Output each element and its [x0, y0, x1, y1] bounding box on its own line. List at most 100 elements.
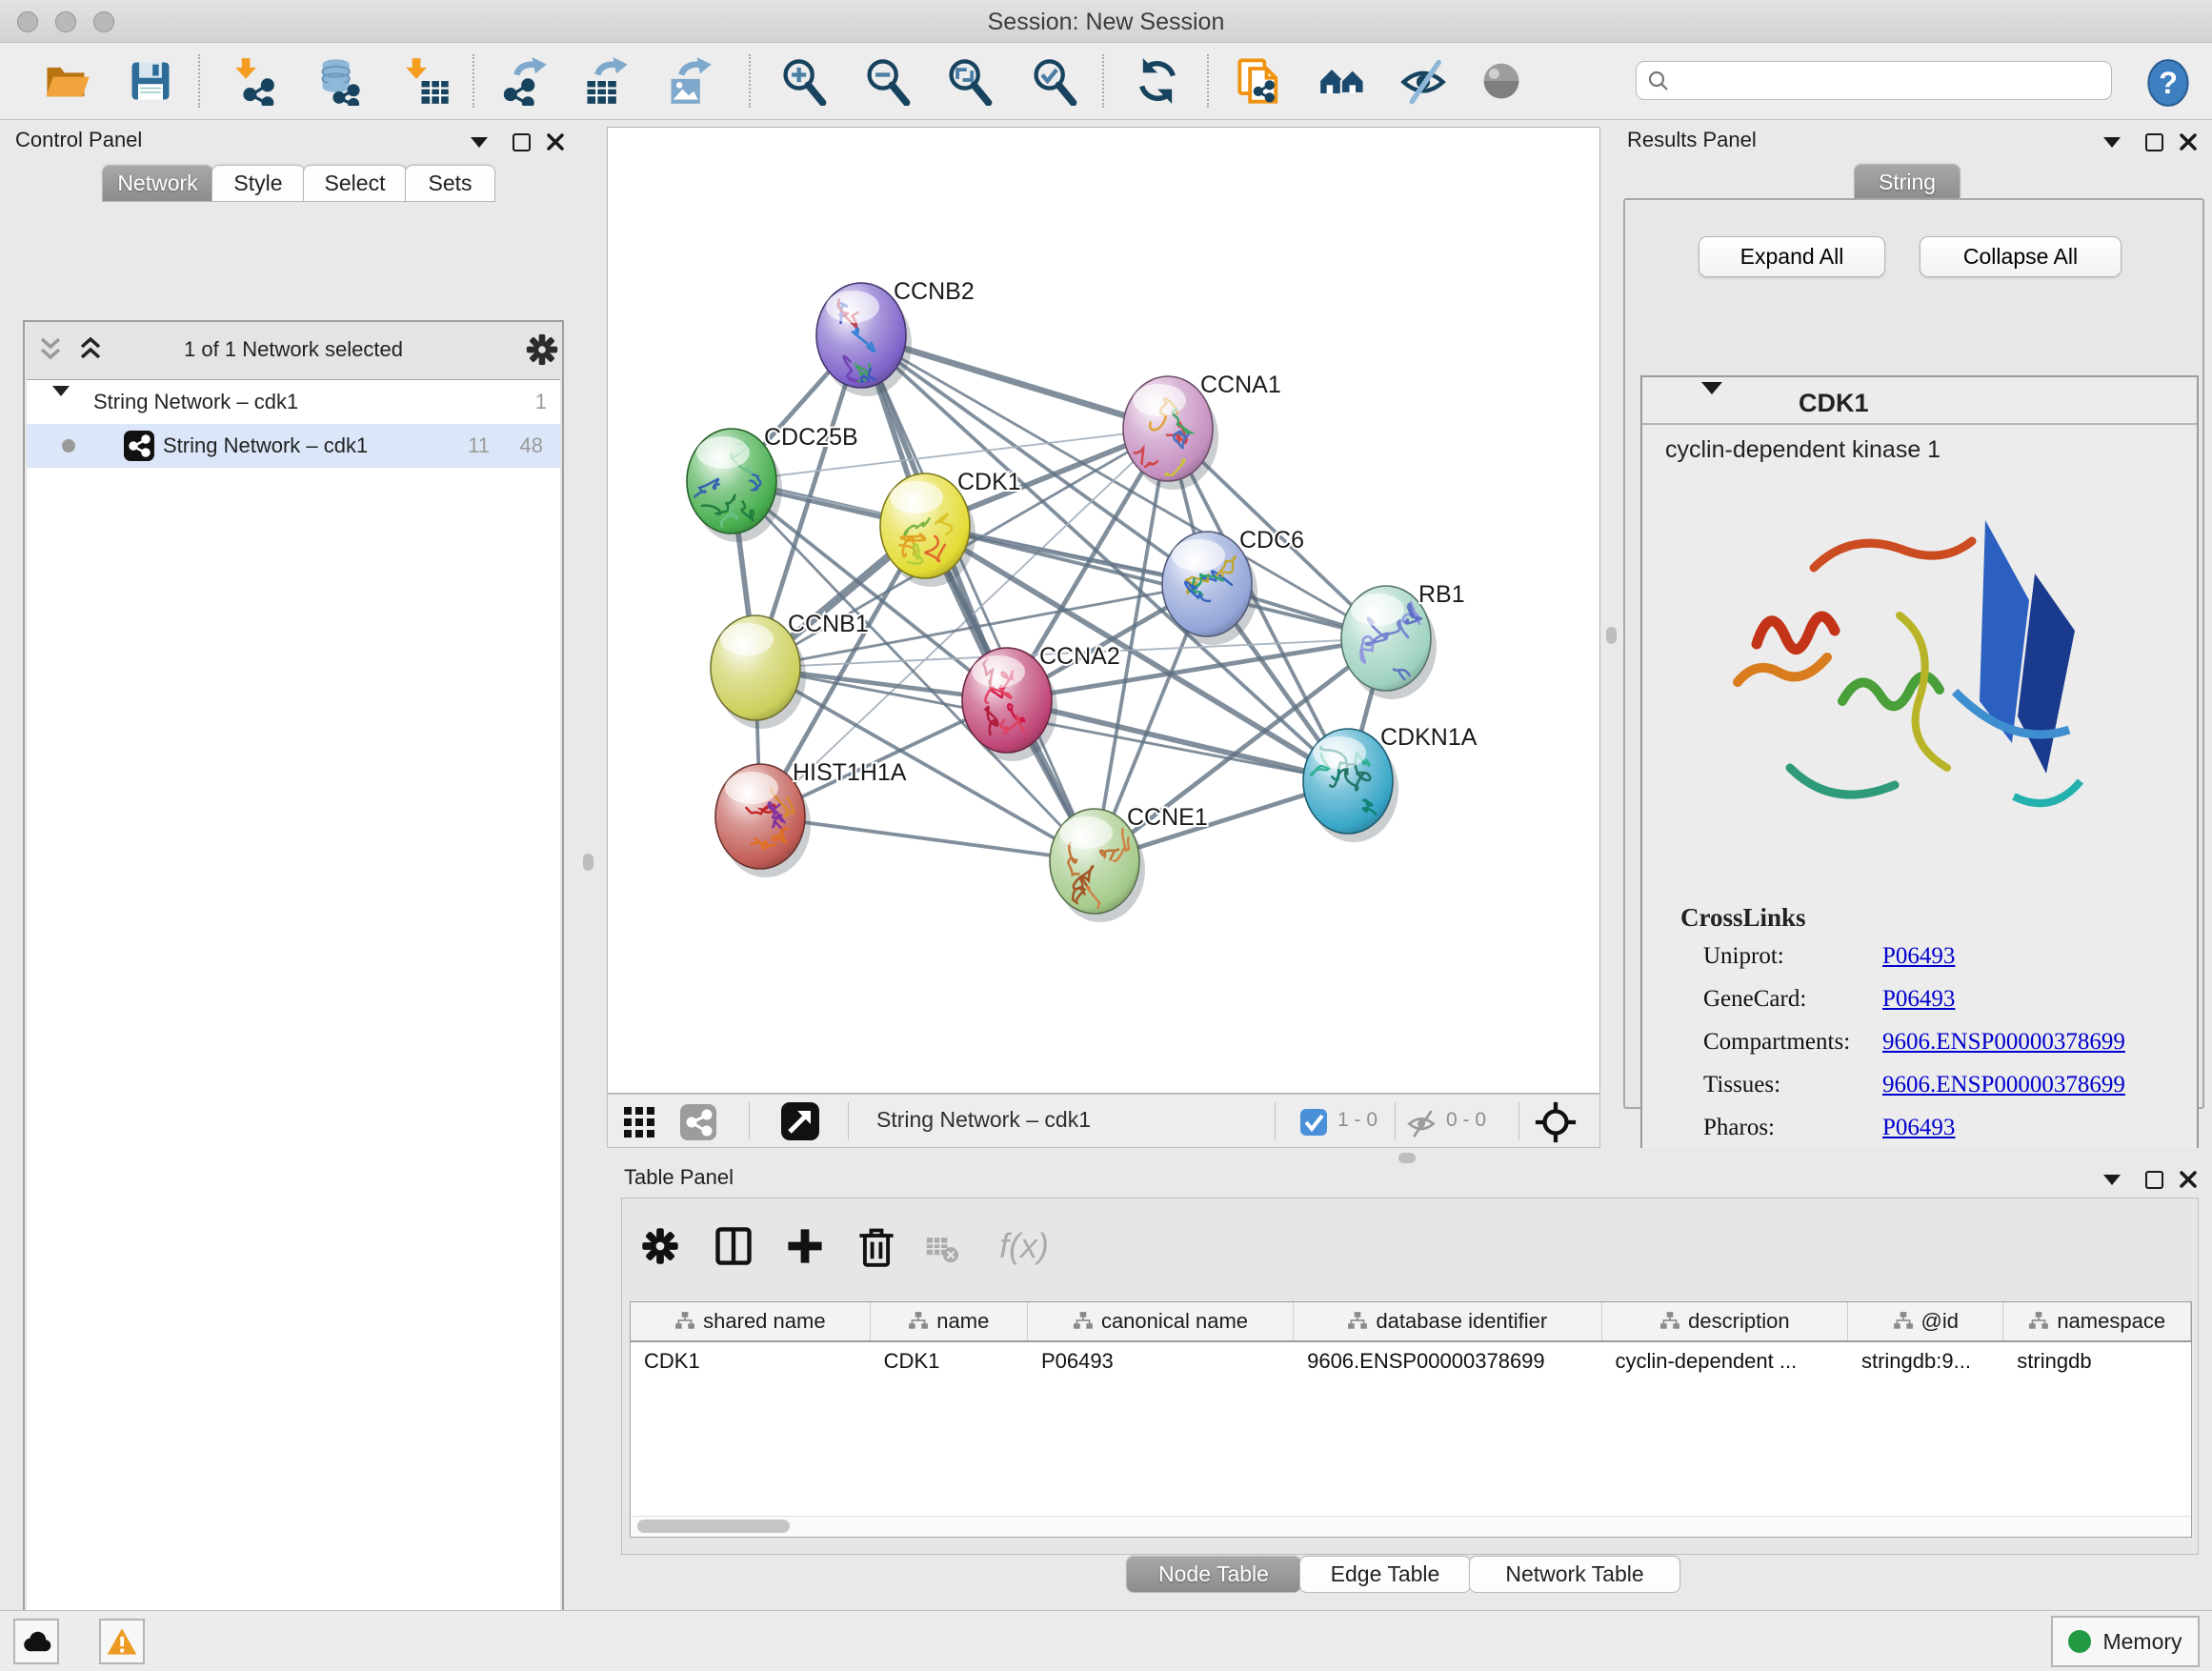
save-session-icon[interactable] — [126, 56, 175, 106]
close-panel-icon[interactable] — [2176, 1167, 2201, 1192]
table-cell[interactable]: CDK1 — [871, 1342, 1028, 1380]
tab-style[interactable]: Style — [211, 165, 305, 202]
table-header-row: shared namenamecanonical namedatabase id… — [631, 1302, 2191, 1342]
right-divider-grip[interactable] — [1606, 627, 1617, 644]
crosslink-link[interactable]: P06493 — [1882, 943, 1955, 970]
close-panel-icon[interactable] — [543, 130, 568, 154]
crosslink-label: Compartments: — [1703, 1029, 1882, 1056]
table-cell[interactable]: stringdb — [2003, 1342, 2191, 1380]
birds-eye-crosshair-icon[interactable] — [1534, 1100, 1578, 1144]
crosslink-link[interactable]: 9606.ENSP00000378699 — [1882, 1072, 2125, 1098]
export-table-icon[interactable] — [581, 56, 631, 106]
detach-view-icon[interactable] — [781, 1102, 819, 1140]
zoom-in-icon[interactable] — [778, 56, 828, 106]
warnings-button[interactable] — [99, 1619, 145, 1664]
crosslink-label: Uniprot: — [1703, 943, 1882, 970]
column-header-shared-name[interactable]: shared name — [631, 1302, 871, 1340]
column-header-database-identifier[interactable]: database identifier — [1294, 1302, 1601, 1340]
gene-section-header[interactable]: CDK1 — [1642, 383, 2197, 425]
cloud-status-button[interactable] — [13, 1619, 59, 1664]
network-options-gear-icon[interactable] — [524, 332, 560, 368]
memory-label: Memory — [2102, 1629, 2182, 1655]
column-header-canonical-name[interactable]: canonical name — [1028, 1302, 1294, 1340]
memory-button[interactable]: Memory — [2051, 1616, 2200, 1667]
maximize-panel-icon[interactable] — [509, 130, 533, 154]
zoom-out-icon[interactable] — [862, 56, 912, 106]
import-network-icon[interactable] — [232, 56, 282, 106]
crosslink-link[interactable]: P06493 — [1882, 986, 1955, 1013]
window-title: Session: New Session — [0, 9, 2212, 36]
delete-column-trash-icon[interactable] — [855, 1225, 897, 1267]
export-network-icon[interactable] — [500, 56, 550, 106]
float-panel-icon[interactable] — [467, 130, 492, 154]
close-panel-icon[interactable] — [2176, 130, 2201, 154]
import-table-icon[interactable] — [403, 56, 452, 106]
tab-edge-table[interactable]: Edge Table — [1299, 1556, 1471, 1593]
first-neighbors-icon[interactable] — [1318, 56, 1368, 106]
search-icon — [1646, 69, 1671, 93]
crosslinks-title: CrossLinks — [1680, 903, 1806, 933]
collapse-all-button[interactable]: Collapse All — [1920, 236, 2122, 277]
bottom-divider-grip[interactable] — [1398, 1153, 1416, 1163]
network-edge-count: 48 — [520, 433, 543, 458]
section-collapse-icon[interactable] — [1701, 394, 1722, 412]
collection-expand-icon[interactable] — [52, 396, 70, 421]
crosslink-link[interactable]: 9606.ENSP00000378699 — [1882, 1029, 2125, 1056]
network-type-icon — [124, 431, 154, 461]
network-tree: String Network – cdk1 1 String Network –… — [27, 379, 560, 1671]
title-bar: Session: New Session — [0, 0, 2212, 43]
network-graph[interactable]: CCNB2CCNA1CDC25BCDK1CDC6RB1CCNB1CCNA2CDK… — [608, 128, 1599, 1093]
import-network-from-database-icon[interactable] — [315, 56, 365, 106]
expand-all-button[interactable]: Expand All — [1699, 236, 1885, 277]
maximize-panel-icon[interactable] — [2142, 1167, 2166, 1192]
float-panel-icon[interactable] — [2100, 1167, 2124, 1192]
crosslink-link[interactable]: P06493 — [1882, 1115, 1955, 1141]
maximize-panel-icon[interactable] — [2142, 130, 2166, 154]
column-header-description[interactable]: description — [1602, 1302, 1849, 1340]
table-row[interactable]: CDK1CDK1P064939606.ENSP00000378699cyclin… — [631, 1342, 2191, 1380]
table-cell[interactable]: 9606.ENSP00000378699 — [1294, 1342, 1601, 1380]
navigator-grid-icon[interactable] — [623, 1106, 655, 1138]
cloud-icon — [20, 1629, 52, 1654]
table-cell[interactable]: CDK1 — [631, 1342, 871, 1380]
duplicate-network-icon[interactable] — [1236, 56, 1285, 106]
control-panel-title: Control Panel — [15, 128, 142, 152]
zoom-selected-icon[interactable] — [1029, 56, 1078, 106]
table-cell[interactable]: cyclin-dependent ... — [1601, 1342, 1848, 1380]
open-session-icon[interactable] — [42, 56, 91, 106]
tab-select[interactable]: Select — [303, 165, 407, 202]
toolbar-separator — [1102, 54, 1104, 108]
tab-string[interactable]: String — [1854, 164, 1961, 201]
show-graphics-details-icon[interactable] — [1477, 56, 1526, 106]
scrollbar-thumb[interactable] — [637, 1520, 790, 1533]
zoom-fit-content-icon[interactable] — [944, 56, 994, 106]
tab-node-table[interactable]: Node Table — [1126, 1556, 1301, 1593]
network-row[interactable]: String Network – cdk1 11 48 — [27, 424, 560, 468]
hidden-elements-icon[interactable] — [1406, 1108, 1437, 1138]
selected-checkbox-icon[interactable] — [1299, 1108, 1328, 1137]
tab-network-table[interactable]: Network Table — [1469, 1556, 1680, 1593]
search-input[interactable] — [1671, 68, 2101, 94]
tab-network[interactable]: Network — [102, 165, 213, 202]
help-icon[interactable]: ? — [2143, 58, 2193, 108]
table-cell[interactable]: P06493 — [1028, 1342, 1294, 1380]
table-cell[interactable]: stringdb:9... — [1848, 1342, 2003, 1380]
column-header-name[interactable]: name — [871, 1302, 1028, 1340]
column-header--id[interactable]: @id — [1848, 1302, 2003, 1340]
table-options-gear-icon[interactable] — [639, 1225, 681, 1267]
table-horizontal-scrollbar[interactable] — [632, 1516, 2190, 1536]
network-collection-row[interactable]: String Network – cdk1 1 — [27, 380, 560, 424]
node-label-HIST1H1A: HIST1H1A — [793, 759, 907, 786]
show-columns-icon[interactable] — [713, 1225, 754, 1267]
network-canvas[interactable]: CCNB2CCNA1CDC25BCDK1CDC6RB1CCNB1CCNA2CDK… — [607, 127, 1600, 1094]
add-column-icon[interactable] — [784, 1225, 826, 1267]
hide-selection-icon[interactable] — [1398, 56, 1448, 106]
left-divider-grip[interactable] — [583, 854, 593, 871]
crosslink-label: Tissues: — [1703, 1072, 1882, 1098]
apply-layout-icon[interactable] — [1133, 56, 1182, 106]
column-header-namespace[interactable]: namespace — [2003, 1302, 2191, 1340]
network-overview-icon[interactable] — [680, 1104, 716, 1140]
tab-sets[interactable]: Sets — [405, 165, 495, 202]
export-image-icon[interactable] — [665, 56, 714, 106]
float-panel-icon[interactable] — [2100, 130, 2124, 154]
